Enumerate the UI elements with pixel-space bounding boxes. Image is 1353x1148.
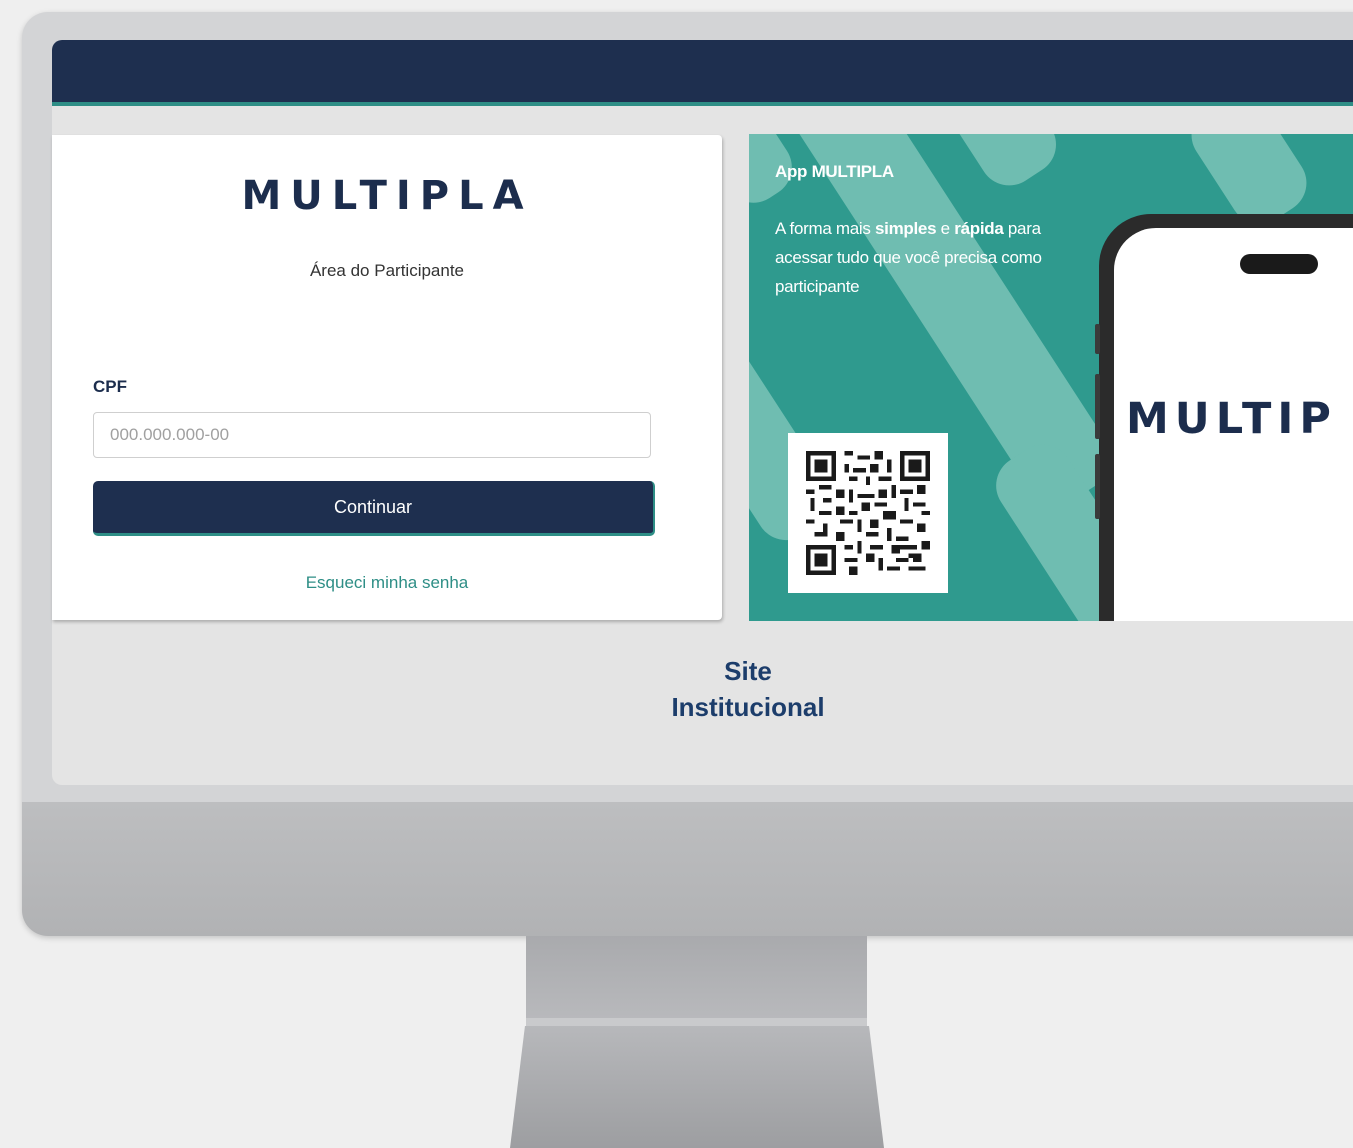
site-link-line1: Site <box>724 656 772 686</box>
cpf-input[interactable] <box>93 412 651 458</box>
site-link-line2: Institucional <box>671 692 825 722</box>
forgot-password-link[interactable]: Esqueci minha senha <box>52 573 722 593</box>
monitor-stand-neck <box>526 936 867 1024</box>
monitor-chin <box>22 802 1353 936</box>
phone-screen: MULTIP <box>1114 228 1353 621</box>
page-subtitle: Área do Participante <box>309 261 465 280</box>
promo-description: A forma mais simples e rápida para acess… <box>775 219 1042 296</box>
phone-side-button <box>1095 454 1100 519</box>
continue-button[interactable]: Continuar <box>93 481 655 536</box>
top-bar <box>52 40 1353 106</box>
decorative-stripe <box>940 134 1068 197</box>
cpf-label: CPF <box>93 377 127 396</box>
phone-side-button <box>1095 374 1100 439</box>
institutional-site-link[interactable]: Site Institucional <box>648 653 848 725</box>
qr-code-icon <box>806 451 930 575</box>
promo-title: App MULTIPLA <box>775 162 894 181</box>
monitor-stand-base <box>510 1026 884 1148</box>
phone-multipla-logo: MULTIP <box>1126 394 1337 444</box>
phone-mockup: MULTIP <box>1095 214 1353 621</box>
app-promo-panel: App MULTIPLA A forma mais simples e rápi… <box>749 134 1353 621</box>
phone-side-button <box>1095 324 1100 354</box>
qr-code <box>788 433 948 593</box>
login-card: MULTIPLA Área do Participante CPF Contin… <box>52 135 722 620</box>
multipla-logo: MULTIPLA <box>241 173 533 219</box>
phone-dynamic-island <box>1240 254 1318 274</box>
